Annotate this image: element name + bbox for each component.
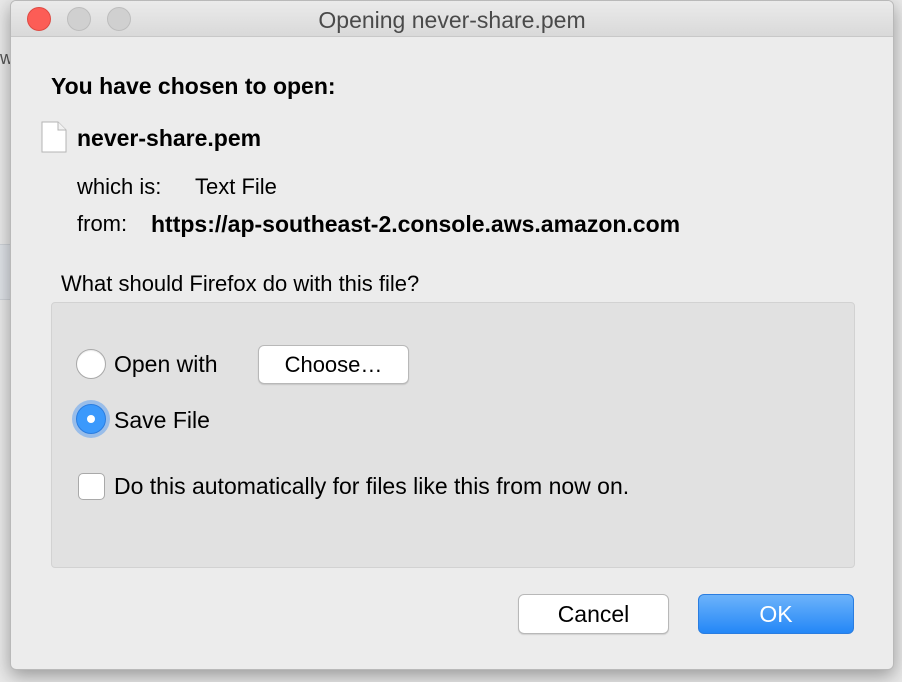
open-with-label[interactable]: Open with <box>114 351 218 378</box>
ok-button[interactable]: OK <box>698 594 854 634</box>
action-options-panel: Open with Choose… Save File Do this auto… <box>51 302 855 568</box>
document-icon <box>41 121 67 153</box>
auto-action-checkbox[interactable] <box>78 473 105 500</box>
file-name: never-share.pem <box>77 125 262 151</box>
source-label: from: <box>77 211 128 236</box>
title-bar[interactable]: Opening never-share.pem <box>11 1 893 37</box>
save-file-label[interactable]: Save File <box>114 407 210 434</box>
file-type-value: Text File <box>195 174 277 199</box>
dialog-title: Opening never-share.pem <box>318 7 586 33</box>
file-type-label: which is: <box>77 174 162 199</box>
open-file-dialog: Opening never-share.pem You have chosen … <box>10 0 894 670</box>
action-question: What should Firefox do with this file? <box>61 271 420 296</box>
save-file-radio[interactable] <box>76 404 106 434</box>
auto-action-label[interactable]: Do this automatically for files like thi… <box>114 473 629 500</box>
dialog-heading: You have chosen to open: <box>51 73 336 99</box>
cancel-button[interactable]: Cancel <box>518 594 669 634</box>
open-with-radio[interactable] <box>76 349 106 379</box>
radio-selected-dot <box>87 415 95 423</box>
choose-application-button[interactable]: Choose… <box>258 345 409 384</box>
source-url: https://ap-southeast-2.console.aws.amazo… <box>151 211 681 237</box>
